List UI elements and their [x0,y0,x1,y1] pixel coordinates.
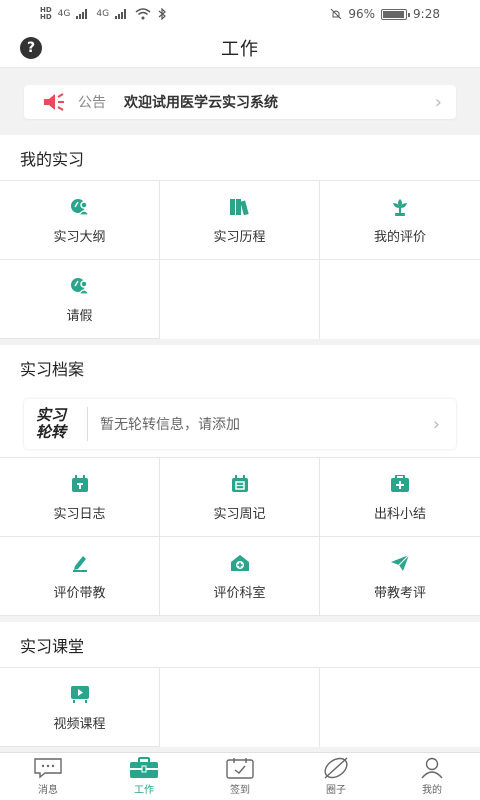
grid-item-label: 实习日志 [53,506,106,522]
grid-item-label: 带教考评 [373,585,426,601]
tab-label: 圈子 [326,785,346,796]
grid-item-label: 我的评价 [373,229,426,245]
tab-label: 我的 [422,785,442,796]
calendar-icon [69,473,91,495]
tab-label: 消息 [38,785,58,796]
grid-item-dept-summary[interactable]: 出科小结 [320,458,480,537]
user-badge-icon [69,196,91,218]
hospital-icon [229,552,251,574]
help-icon[interactable]: ? [20,37,42,59]
section-title: 实习课堂 [0,622,480,668]
leaf-icon [324,757,348,779]
grid-item-eval-teacher[interactable]: 评价带教 [0,537,160,616]
notice-message: 欢迎试用医学云实习系统 [124,95,278,111]
video-icon [69,683,91,705]
chevron-right-icon: › [434,91,442,113]
grid-empty-cell [160,260,320,339]
notice-tag: 公告 [78,95,106,111]
grid-item-teacher-assessment[interactable]: 带教考评 [320,537,480,616]
grid-item-label: 出科小结 [373,506,426,522]
grid-item-label: 实习周记 [213,506,266,522]
grid-item-label: 请假 [66,308,93,324]
signal-icon-2: 4G [96,9,110,19]
speaker-icon [44,93,64,111]
signal-bars-icon-2 [115,9,127,19]
status-bar: HD HD 4G 4G 96% 9:28 [0,0,480,28]
section-my-internship: 我的实习 实习大纲 实习历程 我的评价 请假 [0,135,480,339]
tab-label: 签到 [230,785,250,796]
sim-indicator: HD HD [40,6,52,21]
tab-work[interactable]: 工作 [96,753,192,800]
tab-label: 工作 [134,785,154,796]
chevron-right-icon: › [432,413,440,435]
battery-icon [381,8,411,20]
books-icon [229,196,251,218]
tab-mine[interactable]: 我的 [384,753,480,800]
grid-item-label: 实习历程 [213,229,266,245]
section-title: 我的实习 [0,135,480,181]
grid-item-syllabus[interactable]: 实习大纲 [0,181,160,260]
grid-item-weekly-log[interactable]: 实习周记 [160,458,320,537]
page-title: 工作 [221,38,259,60]
section-title: 实习档案 [20,360,85,379]
rotation-card[interactable]: 实习 轮转 暂无轮转信息，请添加 › [24,399,456,449]
tab-checkin[interactable]: 签到 [192,753,288,800]
clock: 9:28 [413,7,440,21]
grid-item-label: 视频课程 [53,716,106,732]
grid-item-label: 评价科室 [213,585,266,601]
checkin-icon [226,758,254,779]
grid-item-label: 评价带教 [53,585,106,601]
rotation-logo: 实习 轮转 [36,407,88,441]
battery-percent: 96% [348,7,376,21]
section-classroom: 实习课堂 视频课程 [0,622,480,747]
grid-empty-cell [320,668,480,747]
pen-icon [69,552,91,574]
grid-item-my-evaluation[interactable]: 我的评价 [320,181,480,260]
person-icon [421,757,443,779]
grid-item-video-course[interactable]: 视频课程 [0,668,160,747]
grid-item-daily-log[interactable]: 实习日志 [0,458,160,537]
medical-kit-icon [389,473,411,495]
mute-bell-icon [331,8,342,20]
briefcase-icon [130,757,158,778]
paper-plane-icon [389,552,411,574]
tab-messages[interactable]: 消息 [0,753,96,800]
grid-item-history[interactable]: 实习历程 [160,181,320,260]
bluetooth-icon [158,8,166,20]
bottom-tab-bar: 消息 工作 签到 圈子 我的 [0,752,480,800]
grid-item-label: 实习大纲 [53,229,106,245]
section-archive: 实习档案 实习 轮转 暂无轮转信息，请添加 › 实习日志 实习周记 出科小结 评… [0,345,480,616]
signal-icon: 4G [57,9,71,19]
rotation-area: 实习 轮转 暂无轮转信息，请添加 › [0,391,480,458]
tab-circle[interactable]: 圈子 [288,753,384,800]
grid-empty-cell [160,668,320,747]
grid-empty-cell [320,260,480,339]
notice-area: 公告 欢迎试用医学云实习系统 › [0,68,480,135]
grid-item-eval-department[interactable]: 评价科室 [160,537,320,616]
flower-icon [389,196,411,218]
rotation-text: 暂无轮转信息，请添加 [100,417,240,433]
user-badge-icon [69,275,91,297]
wifi-icon [135,8,151,20]
title-bar: ? 工作 [0,28,480,68]
signal-bars-icon [76,9,88,19]
notice-banner[interactable]: 公告 欢迎试用医学云实习系统 › [24,85,456,119]
grid-item-leave[interactable]: 请假 [0,260,160,339]
calendar-week-icon [229,473,251,495]
message-icon [34,758,62,779]
